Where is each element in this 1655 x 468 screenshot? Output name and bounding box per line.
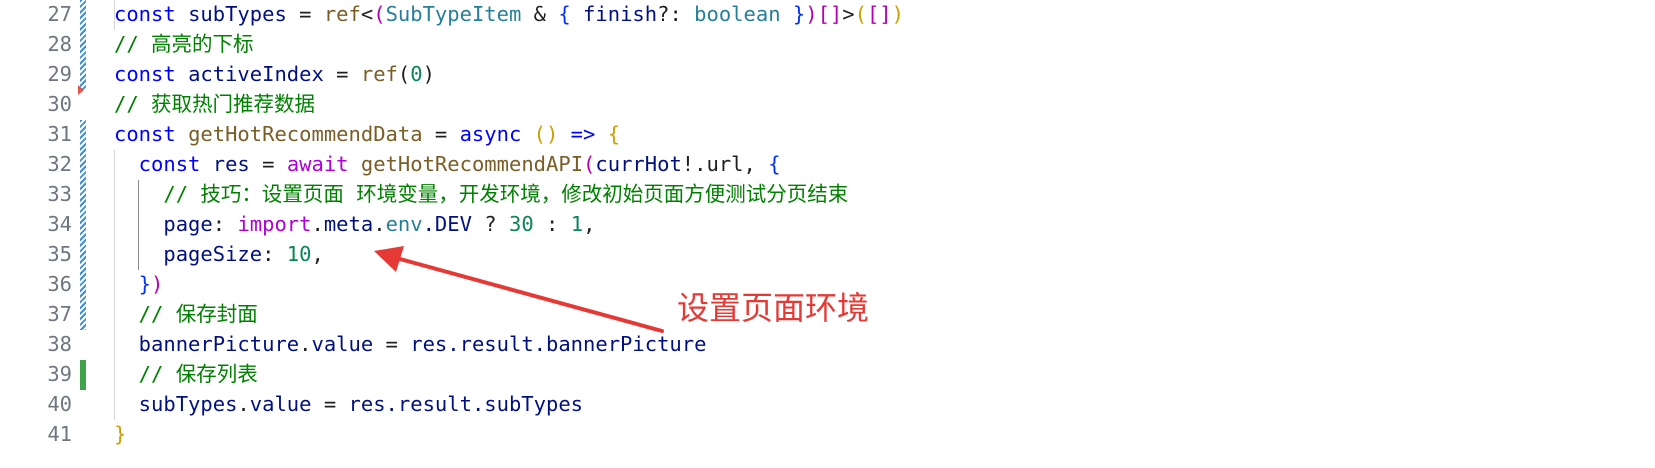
annotation-arrow — [374, 246, 664, 333]
annotation-label: 设置页面环境 — [677, 289, 870, 327]
code-editor[interactable]: 27 const subTypes = ref<(SubTypeItem & { … — [0, 0, 1655, 468]
